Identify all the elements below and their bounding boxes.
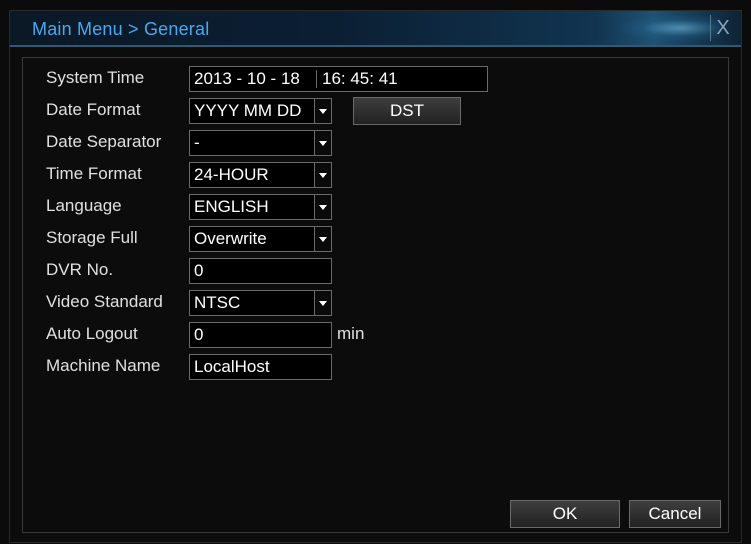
storage-full-value: Overwrite	[194, 229, 267, 248]
system-time-value[interactable]: 16: 45: 41	[322, 67, 398, 91]
language-label: Language	[46, 196, 122, 215]
auto-logout-unit: min	[337, 324, 365, 343]
storage-full-label: Storage Full	[46, 228, 138, 247]
title-bar-glow	[620, 15, 720, 41]
language-select[interactable]: ENGLISH	[189, 194, 332, 220]
machine-name-label: Machine Name	[46, 356, 161, 375]
time-format-label: Time Format	[46, 164, 142, 183]
date-format-value: YYYY MM DD	[194, 101, 302, 120]
language-value: ENGLISH	[194, 197, 269, 216]
date-format-label: Date Format	[46, 100, 141, 119]
chevron-down-icon[interactable]	[314, 227, 331, 251]
storage-full-select[interactable]: Overwrite	[189, 226, 332, 252]
date-time-divider	[316, 70, 317, 88]
date-separator-select[interactable]: -	[189, 130, 332, 156]
date-separator-label: Date Separator	[46, 132, 162, 151]
video-standard-select[interactable]: NTSC	[189, 290, 332, 316]
general-settings-window: Main Menu > General X System Time 2013 -…	[9, 10, 742, 543]
date-separator-value: -	[194, 133, 200, 152]
chevron-down-icon[interactable]	[314, 131, 331, 155]
settings-panel: System Time 2013 - 10 - 18 16: 45: 41 Da…	[22, 57, 729, 533]
close-icon[interactable]: X	[710, 15, 735, 41]
chevron-down-icon[interactable]	[314, 291, 331, 315]
chevron-down-icon[interactable]	[314, 99, 331, 123]
system-time-field[interactable]: 2013 - 10 - 18 16: 45: 41	[189, 66, 488, 92]
video-standard-value: NTSC	[194, 293, 241, 312]
cancel-button[interactable]: Cancel	[629, 500, 721, 528]
title-bar: Main Menu > General X	[10, 11, 741, 47]
system-time-label: System Time	[46, 68, 145, 87]
date-format-select[interactable]: YYYY MM DD	[189, 98, 332, 124]
dst-button[interactable]: DST	[353, 97, 461, 125]
window-title: Main Menu > General	[32, 19, 210, 39]
system-date-value[interactable]: 2013 - 10 - 18	[194, 67, 300, 91]
time-format-value: 24-HOUR	[194, 165, 269, 184]
auto-logout-label: Auto Logout	[46, 324, 138, 343]
dvr-no-input[interactable]: 0	[189, 258, 332, 284]
chevron-down-icon[interactable]	[314, 195, 331, 219]
dvr-no-label: DVR No.	[46, 260, 114, 279]
chevron-down-icon[interactable]	[314, 163, 331, 187]
time-format-select[interactable]: 24-HOUR	[189, 162, 332, 188]
video-standard-label: Video Standard	[46, 292, 163, 311]
auto-logout-input[interactable]: 0	[189, 322, 332, 348]
machine-name-input[interactable]: LocalHost	[189, 354, 332, 380]
ok-button[interactable]: OK	[510, 500, 620, 528]
